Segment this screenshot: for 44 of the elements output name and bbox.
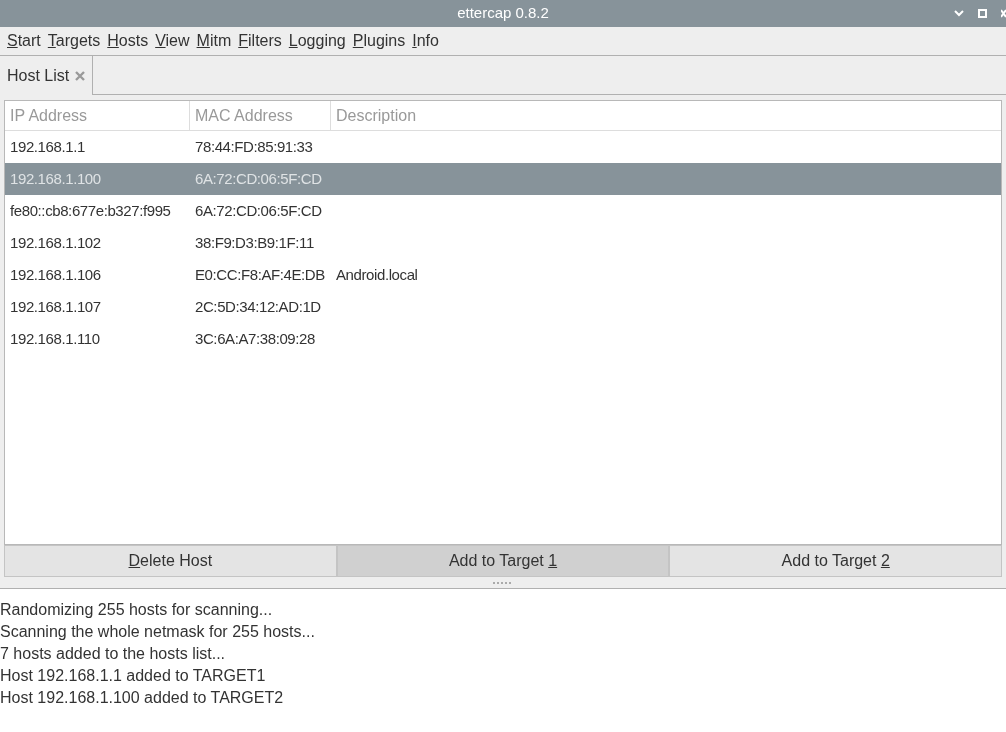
table-cell: 192.168.1.100 — [10, 169, 101, 187]
pane-handle-icon[interactable] — [493, 581, 513, 584]
window-title: ettercap 0.8.2 — [457, 3, 549, 24]
table-row[interactable]: fe80::cb8:677e:b327:f995 6A:72:CD:06:5F:CD — [5, 195, 1001, 227]
table-row[interactable]: 192.168.1.102 38:F9:D3:B9:1F:11 — [5, 227, 1001, 259]
table-cell: 38:F9:D3:B9:1F:11 — [195, 233, 314, 251]
log-line: Host 192.168.1.1 added to TARGET1 — [0, 666, 267, 686]
log-line: 7 hosts added to the hosts list... — [0, 644, 227, 664]
table-cell: Android.local — [336, 265, 418, 283]
action-button[interactable]: Delete Host — [4, 545, 337, 577]
tab[interactable]: Host List — [0, 56, 94, 95]
table-cell: 6A:72:CD:06:5F:CD — [195, 169, 322, 187]
table-cell: 3C:6A:A7:38:09:28 — [195, 329, 315, 347]
table-cell: 192.168.1.107 — [10, 297, 101, 315]
menu-item[interactable]: Hosts — [104, 29, 152, 53]
menu-item[interactable]: Filters — [235, 29, 285, 53]
maximize-icon[interactable] — [978, 9, 987, 18]
table-cell: 192.168.1.110 — [10, 329, 100, 347]
log-line: Scanning the whole netmask for 255 hosts... — [0, 622, 316, 642]
table-row[interactable]: 192.168.1.107 2C:5D:34:12:AD:1D — [5, 291, 1001, 323]
table-row[interactable]: 192.168.1.1 78:44:FD:85:91:33 — [5, 131, 1001, 163]
menu-item[interactable]: Mitm — [193, 29, 235, 53]
menu-item[interactable]: View — [152, 29, 193, 53]
menu-item[interactable]: Info — [409, 29, 442, 53]
log-line: Randomizing 255 hosts for scanning... — [0, 600, 274, 620]
table-cell: 192.168.1.106 — [10, 265, 101, 283]
table-row[interactable]: 192.168.1.106 E0:CC:F8:AF:4E:DB Android.local — [5, 259, 1001, 291]
table-cell: 192.168.1.1 — [10, 137, 85, 155]
table-cell: E0:CC:F8:AF:4E:DB — [195, 265, 325, 283]
close-icon[interactable] — [75, 70, 86, 81]
action-button[interactable]: Add to Target 1 — [336, 545, 670, 577]
minimize-icon[interactable] — [954, 10, 964, 17]
log-line: Host 192.168.1.100 added to TARGET2 — [0, 688, 285, 708]
menu-item[interactable]: Targets — [44, 29, 104, 53]
table-cell: 78:44:FD:85:91:33 — [195, 137, 313, 155]
table-cell: fe80::cb8:677e:b327:f995 — [10, 201, 171, 219]
table-row[interactable]: 192.168.1.110 3C:6A:A7:38:09:28 — [5, 323, 1001, 355]
menu-item[interactable]: Logging — [285, 29, 349, 53]
table-cell: 192.168.1.102 — [10, 233, 101, 251]
table-cell: 2C:5D:34:12:AD:1D — [195, 297, 321, 315]
table-cell: 6A:72:CD:06:5F:CD — [195, 201, 322, 219]
action-button[interactable]: Add to Target 2 — [669, 545, 1002, 577]
menu-item[interactable]: Start — [4, 29, 44, 53]
menu-item[interactable]: Plugins — [349, 29, 409, 53]
